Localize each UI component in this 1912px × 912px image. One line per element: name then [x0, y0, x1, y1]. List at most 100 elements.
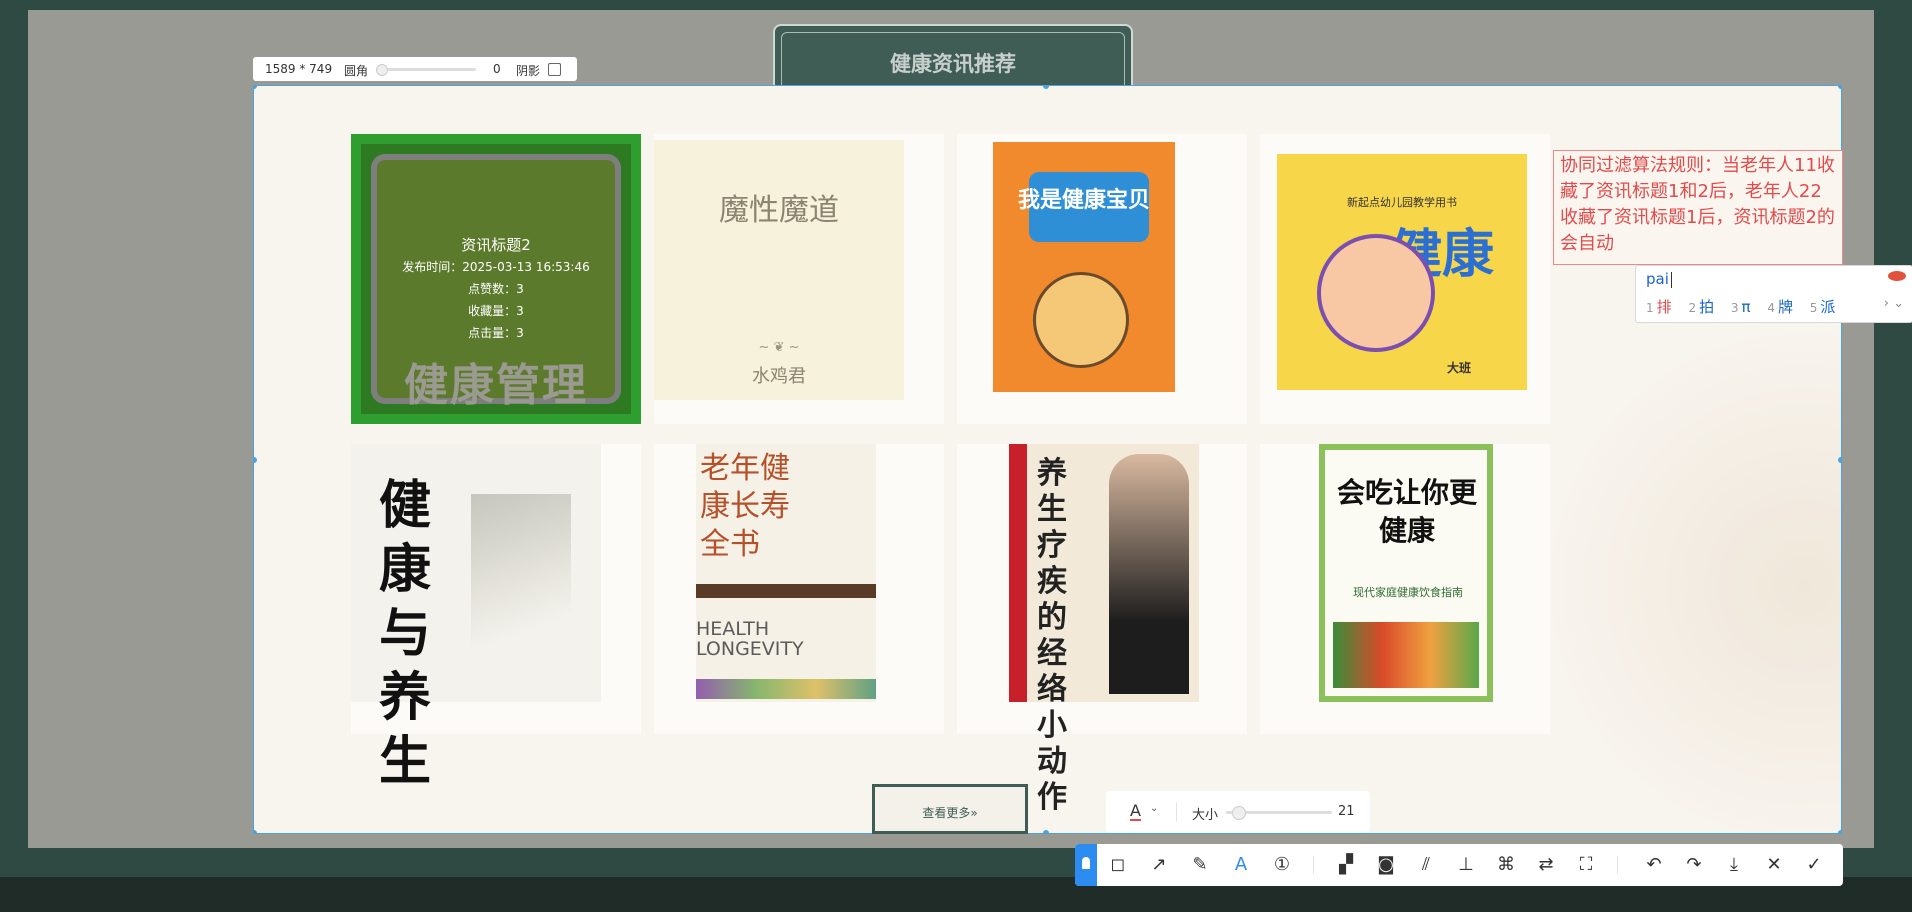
number-tool-icon[interactable]: ①: [1269, 852, 1295, 878]
ime-candidates: 1排 2拍 3π 4牌 5派: [1646, 296, 1847, 317]
translate-tool-icon[interactable]: ⇄: [1533, 852, 1559, 878]
ime-candidate[interactable]: 5派: [1810, 298, 1836, 316]
view-more-button[interactable]: 查看更多»: [872, 784, 1028, 834]
corner-slider[interactable]: [376, 64, 476, 76]
cover-text: 健康管理: [404, 360, 588, 411]
news-clicks: 点击量：3: [468, 326, 524, 340]
corner-label: 圆角: [344, 64, 369, 78]
vegetable-photo: [1333, 622, 1479, 688]
shadow-checkbox[interactable]: [548, 63, 561, 76]
divider: [1617, 856, 1618, 874]
ime-logo-icon: [1888, 271, 1906, 281]
book-title: 养生疗疾的经络小动作: [1037, 456, 1067, 815]
shadow-label: 阴影: [516, 64, 541, 78]
book-title: 健康与养生: [379, 476, 432, 792]
news-title: 资讯标题2: [461, 236, 531, 254]
ime-candidate[interactable]: 4牌: [1767, 298, 1793, 316]
news-card-highlighted[interactable]: 资讯标题2 发布时间：2025-03-13 16:53:46 点赞数：3 收藏量…: [351, 134, 641, 424]
mosaic-tool-icon[interactable]: ▞: [1333, 852, 1359, 878]
size-label: 大小: [1192, 808, 1219, 823]
news-card[interactable]: 我是健康宝贝: [957, 134, 1247, 424]
cover-model: [1109, 454, 1189, 694]
ink-orchid: [471, 494, 571, 684]
screenshot-toolbar: ◻ ↗ ✎ A ① ▞ ◙ ⫽ ⊥ ⌘ ⇄ ⛶ ↶ ↷ ⤓ ✕ ✓: [1075, 844, 1843, 886]
news-publish-time: 发布时间：2025-03-13 16:53:46: [402, 260, 590, 274]
book-band: [696, 584, 876, 598]
size-slider-handle[interactable]: [1232, 806, 1246, 820]
resize-handle-top[interactable]: [1043, 86, 1049, 89]
text-tool-icon[interactable]: A: [1228, 852, 1254, 878]
book-ornament: ~ ❦ ~: [758, 340, 800, 355]
redo-icon[interactable]: ↷: [1681, 852, 1707, 878]
text-color-icon[interactable]: A: [1130, 801, 1141, 821]
book-cover-image: 我是健康宝贝: [993, 142, 1175, 392]
book-cover-image: 魔性魔道 ~ ❦ ~ 水鸡君: [654, 140, 904, 400]
ime-candidate[interactable]: 3π: [1731, 298, 1751, 316]
book-subtitle: 现代家庭健康饮食指南: [1353, 586, 1463, 599]
resize-handle-bottom-right[interactable]: [1838, 830, 1841, 833]
news-likes: 点赞数：3: [468, 282, 524, 296]
resize-handle-bottom[interactable]: [1043, 830, 1049, 833]
ime-pinyin: pai: [1646, 270, 1672, 288]
news-card[interactable]: 会吃让你更健康 现代家庭健康饮食指南: [1260, 444, 1550, 734]
text-size-bar: A ⌄ 大小 21: [1106, 791, 1370, 833]
pin-tool-icon[interactable]: ⊥: [1453, 852, 1479, 878]
shape-tool-icon[interactable]: ◻: [1105, 852, 1131, 878]
book-cover-image: 健康与养生: [351, 444, 601, 792]
size-value: 21: [1338, 804, 1355, 819]
corner-slider-handle[interactable]: [376, 64, 388, 76]
cartoon-face: [1033, 272, 1129, 368]
news-card[interactable]: 魔性魔道 ~ ❦ ~ 水鸡君: [654, 134, 944, 424]
resize-handle-bottom-left[interactable]: [254, 830, 257, 833]
news-favorites: 收藏量：3: [468, 304, 524, 318]
ime-candidate[interactable]: 2拍: [1688, 298, 1714, 316]
book-author: 水鸡君: [752, 366, 806, 387]
resize-handle-top-left[interactable]: [254, 86, 257, 89]
confirm-icon[interactable]: ✓: [1801, 852, 1827, 878]
book-cover-image: 养生疗疾的经络小动作: [1009, 444, 1199, 815]
resize-handle-right[interactable]: [1838, 457, 1841, 463]
news-card[interactable]: 健康与养生: [351, 444, 641, 792]
resize-handle-left[interactable]: [254, 457, 257, 463]
book-title: 魔性魔道: [719, 193, 839, 228]
news-card[interactable]: 养生疗疾的经络小动作: [957, 444, 1247, 815]
book-title: 会吃让你更健康: [1337, 476, 1478, 547]
annotation-textbox[interactable]: 协同过滤算法规则：当老年人11收藏了资讯标题1和2后，老年人22收藏了资讯标题1…: [1553, 150, 1843, 265]
arrow-tool-icon[interactable]: ↗: [1146, 852, 1172, 878]
book-subtitle: HEALTH LONGEVITY: [696, 618, 804, 660]
news-card-overlay: 资讯标题2 发布时间：2025-03-13 16:53:46 点赞数：3 收藏量…: [371, 154, 621, 411]
chevron-down-icon[interactable]: ⌄: [1150, 803, 1158, 814]
capture-dimensions: 1589 * 749: [265, 62, 333, 76]
view-more-label: 查看更多»: [922, 806, 978, 820]
news-card[interactable]: 新起点幼儿园教学用书 健康 大班: [1260, 134, 1550, 424]
blur-tool-icon[interactable]: ◙: [1373, 852, 1399, 878]
book-cover-image: 老年健康长寿全书 HEALTH LONGEVITY: [696, 444, 876, 702]
scan-tool-icon[interactable]: ⛶: [1573, 852, 1599, 878]
download-icon[interactable]: ⤓: [1721, 852, 1747, 878]
ime-next-page-icon[interactable]: › ⌄: [1884, 296, 1904, 311]
close-icon[interactable]: ✕: [1761, 852, 1787, 878]
divider: [1313, 856, 1314, 874]
book-title: 老年健康长寿全书: [700, 451, 790, 562]
news-card[interactable]: 老年健康长寿全书 HEALTH LONGEVITY: [654, 444, 944, 734]
book-cover-image: 新起点幼儿园教学用书 健康 大班: [1277, 154, 1527, 390]
stripe-tool-icon[interactable]: ⫽: [1413, 852, 1439, 878]
pin-toolbar-icon[interactable]: [1075, 844, 1097, 886]
ime-candidate-popup[interactable]: pai 1排 2拍 3π 4牌 5派 › ⌄: [1635, 265, 1912, 323]
pen-tool-icon[interactable]: ✎: [1187, 852, 1213, 878]
undo-icon[interactable]: ↶: [1641, 852, 1667, 878]
vegetable-row: [696, 679, 876, 699]
book-cover-image: 会吃让你更健康 现代家庭健康饮食指南: [1319, 444, 1493, 702]
cartoon-face: [1317, 234, 1435, 352]
ocr-tool-icon[interactable]: ⌘: [1493, 852, 1519, 878]
corner-value: 0: [493, 62, 501, 76]
section-title-text: 健康资讯推荐: [890, 52, 1016, 76]
annotation-text: 协同过滤算法规则：当老年人11收藏了资讯标题1和2后，老年人22收藏了资讯标题1…: [1560, 155, 1835, 254]
ime-candidate[interactable]: 1排: [1646, 298, 1672, 316]
resize-handle-top-right[interactable]: [1838, 86, 1841, 89]
divider: [1176, 803, 1177, 821]
book-badge: 大班: [1447, 361, 1472, 375]
book-spine: [1009, 444, 1027, 702]
book-title: 我是健康宝贝: [1017, 188, 1150, 213]
size-slider[interactable]: [1226, 806, 1332, 820]
